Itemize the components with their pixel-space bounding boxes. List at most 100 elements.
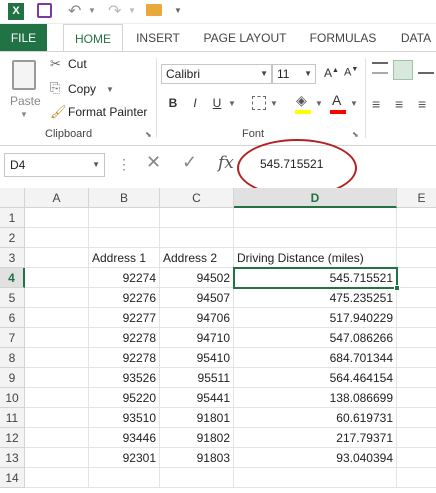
cell-e8[interactable] [397, 348, 436, 368]
cell-d7[interactable]: 547.086266 [234, 328, 397, 348]
cell-d6[interactable]: 517.940229 [234, 308, 397, 328]
cell-d9[interactable]: 564.464154 [234, 368, 397, 388]
open-folder-icon[interactable] [146, 4, 162, 16]
cell-b11[interactable]: 93510 [89, 408, 160, 428]
redo-dropdown-icon[interactable]: ▼ [128, 6, 136, 15]
underline-button[interactable]: U [208, 94, 226, 112]
copy-icon[interactable]: ⎘ [50, 80, 60, 96]
cell-e11[interactable] [397, 408, 436, 428]
align-left-icon[interactable]: ≡ [372, 96, 380, 112]
cell-e13[interactable] [397, 448, 436, 468]
cell-b9[interactable]: 93526 [89, 368, 160, 388]
tab-file[interactable]: FILE [0, 24, 47, 52]
cell-e1[interactable] [397, 208, 436, 228]
cell-a11[interactable] [25, 408, 89, 428]
cell-b4[interactable]: 92274 [89, 268, 160, 288]
cell-a14[interactable] [25, 468, 89, 488]
shrink-font-icon[interactable]: A▼ [344, 66, 358, 79]
row-header-3[interactable]: 3 [0, 248, 25, 268]
cell-b7[interactable]: 92278 [89, 328, 160, 348]
borders-icon[interactable] [252, 96, 266, 110]
cell-c2[interactable] [160, 228, 234, 248]
cell-e5[interactable] [397, 288, 436, 308]
borders-dropdown-icon[interactable]: ▼ [270, 99, 278, 108]
cell-b1[interactable] [89, 208, 160, 228]
clipboard-launcher-icon[interactable]: ⬊ [145, 130, 152, 139]
column-header-b[interactable]: B [89, 188, 160, 208]
align-right-icon[interactable]: ≡ [418, 96, 426, 112]
cell-d1[interactable] [234, 208, 397, 228]
cell-a5[interactable] [25, 288, 89, 308]
cell-b2[interactable] [89, 228, 160, 248]
cell-b3[interactable]: Address 1 [89, 248, 160, 268]
insert-function-button[interactable]: fx [218, 153, 234, 173]
cell-a10[interactable] [25, 388, 89, 408]
cell-e4[interactable] [397, 268, 436, 288]
cell-a6[interactable] [25, 308, 89, 328]
cell-d11[interactable]: 60.619731 [234, 408, 397, 428]
enter-icon[interactable]: ✓ [182, 152, 197, 173]
cell-e6[interactable] [397, 308, 436, 328]
cell-d14[interactable] [234, 468, 397, 488]
cancel-icon[interactable]: ✕ [146, 152, 161, 173]
cell-e14[interactable] [397, 468, 436, 488]
fill-color-icon[interactable]: ◈ [296, 92, 307, 109]
cut-icon[interactable]: ✂ [50, 56, 61, 72]
cell-c7[interactable]: 94710 [160, 328, 234, 348]
cell-b10[interactable]: 95220 [89, 388, 160, 408]
copy-dropdown-icon[interactable]: ▼ [106, 85, 114, 94]
column-header-c[interactable]: C [160, 188, 234, 208]
cell-c14[interactable] [160, 468, 234, 488]
cell-c13[interactable]: 91803 [160, 448, 234, 468]
row-header-6[interactable]: 6 [0, 308, 25, 328]
cell-d8[interactable]: 684.701344 [234, 348, 397, 368]
font-launcher-icon[interactable]: ⬊ [352, 130, 359, 139]
cell-b13[interactable]: 92301 [89, 448, 160, 468]
row-header-11[interactable]: 11 [0, 408, 25, 428]
row-header-8[interactable]: 8 [0, 348, 25, 368]
cell-b14[interactable] [89, 468, 160, 488]
row-header-9[interactable]: 9 [0, 368, 25, 388]
tab-formulas[interactable]: FORMULAS [305, 24, 381, 52]
cell-a1[interactable] [25, 208, 89, 228]
grow-font-icon[interactable]: A▲ [324, 66, 339, 80]
save-icon[interactable] [37, 3, 52, 18]
cell-c11[interactable]: 91801 [160, 408, 234, 428]
cell-d5[interactable]: 475.235251 [234, 288, 397, 308]
cell-e9[interactable] [397, 368, 436, 388]
paste-button[interactable]: Paste [10, 94, 41, 108]
align-middle-icon[interactable] [393, 60, 413, 80]
cut-button[interactable]: Cut [68, 57, 87, 71]
row-header-5[interactable]: 5 [0, 288, 25, 308]
row-header-10[interactable]: 10 [0, 388, 25, 408]
cell-a2[interactable] [25, 228, 89, 248]
cell-a12[interactable] [25, 428, 89, 448]
tab-data[interactable]: DATA [396, 24, 436, 52]
column-header-d[interactable]: D [234, 188, 397, 208]
paste-icon[interactable] [12, 60, 36, 90]
format-painter-button[interactable]: Format Painter [68, 105, 147, 119]
row-header-2[interactable]: 2 [0, 228, 25, 248]
column-header-e[interactable]: E [397, 188, 436, 208]
cell-a13[interactable] [25, 448, 89, 468]
cell-c1[interactable] [160, 208, 234, 228]
cell-d3[interactable]: Driving Distance (miles) [234, 248, 397, 268]
align-top-icon[interactable] [372, 62, 388, 74]
cell-b12[interactable]: 93446 [89, 428, 160, 448]
cell-a7[interactable] [25, 328, 89, 348]
column-header-a[interactable]: A [25, 188, 89, 208]
font-size-select[interactable]: 11 ▼ [272, 64, 316, 84]
row-header-1[interactable]: 1 [0, 208, 25, 228]
cell-a4[interactable] [25, 268, 89, 288]
font-name-select[interactable]: Calibri ▼ [161, 64, 272, 84]
cell-c9[interactable]: 95511 [160, 368, 234, 388]
row-header-4[interactable]: 4 [0, 268, 25, 288]
undo-dropdown-icon[interactable]: ▼ [88, 6, 96, 15]
underline-dropdown-icon[interactable]: ▼ [228, 99, 236, 108]
row-header-14[interactable]: 14 [0, 468, 25, 488]
cell-d13[interactable]: 93.040394 [234, 448, 397, 468]
row-header-13[interactable]: 13 [0, 448, 25, 468]
cell-b5[interactable]: 92276 [89, 288, 160, 308]
name-box[interactable]: D4 ▼ [4, 153, 105, 177]
cell-c6[interactable]: 94706 [160, 308, 234, 328]
